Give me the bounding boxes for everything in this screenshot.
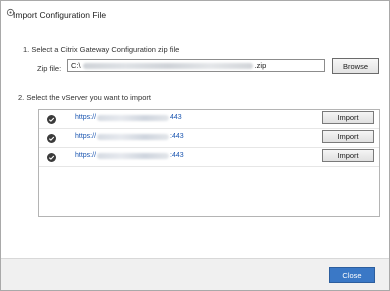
- close-button[interactable]: Close: [329, 267, 375, 283]
- import-configuration-dialog: Import Configuration File 1. Select a Ci…: [0, 0, 390, 291]
- url-prefix: https://: [75, 133, 97, 140]
- import-button[interactable]: Import: [322, 130, 374, 143]
- vserver-row: https:// :443 Import: [39, 148, 379, 167]
- import-button[interactable]: Import: [322, 149, 374, 162]
- redacted-host: [97, 133, 170, 140]
- vserver-url: https:// :443: [75, 152, 184, 159]
- redacted-host: [97, 152, 170, 159]
- dialog-footer: Close: [1, 258, 389, 290]
- check-icon: [47, 115, 56, 124]
- redacted-path: [82, 62, 253, 69]
- vserver-url: https:// 443: [75, 114, 182, 121]
- browse-button[interactable]: Browse: [332, 58, 379, 74]
- check-icon: [47, 134, 56, 143]
- url-suffix: :443: [170, 133, 184, 140]
- vserver-row: https:// 443 Import: [39, 110, 379, 129]
- url-suffix: :443: [170, 152, 184, 159]
- url-prefix: https://: [75, 114, 97, 121]
- vserver-url: https:// :443: [75, 133, 184, 140]
- zip-path-prefix: C:\: [71, 61, 81, 70]
- dialog-title: Import Configuration File: [13, 10, 107, 20]
- url-suffix: 443: [170, 114, 182, 121]
- check-icon: [47, 153, 56, 162]
- zip-file-label: Zip file:: [37, 64, 62, 73]
- import-button[interactable]: Import: [322, 111, 374, 124]
- vserver-list: https:// 443 Import https:// :443 Import…: [38, 109, 380, 217]
- zip-path-suffix: .zip: [254, 61, 267, 70]
- zip-file-input[interactable]: C:\ .zip: [67, 59, 325, 72]
- step2-label: 2. Select the vServer you want to import: [18, 93, 151, 102]
- url-prefix: https://: [75, 152, 97, 159]
- step1-label: 1. Select a Citrix Gateway Configuration…: [23, 45, 180, 54]
- redacted-host: [97, 114, 170, 121]
- vserver-row: https:// :443 Import: [39, 129, 379, 148]
